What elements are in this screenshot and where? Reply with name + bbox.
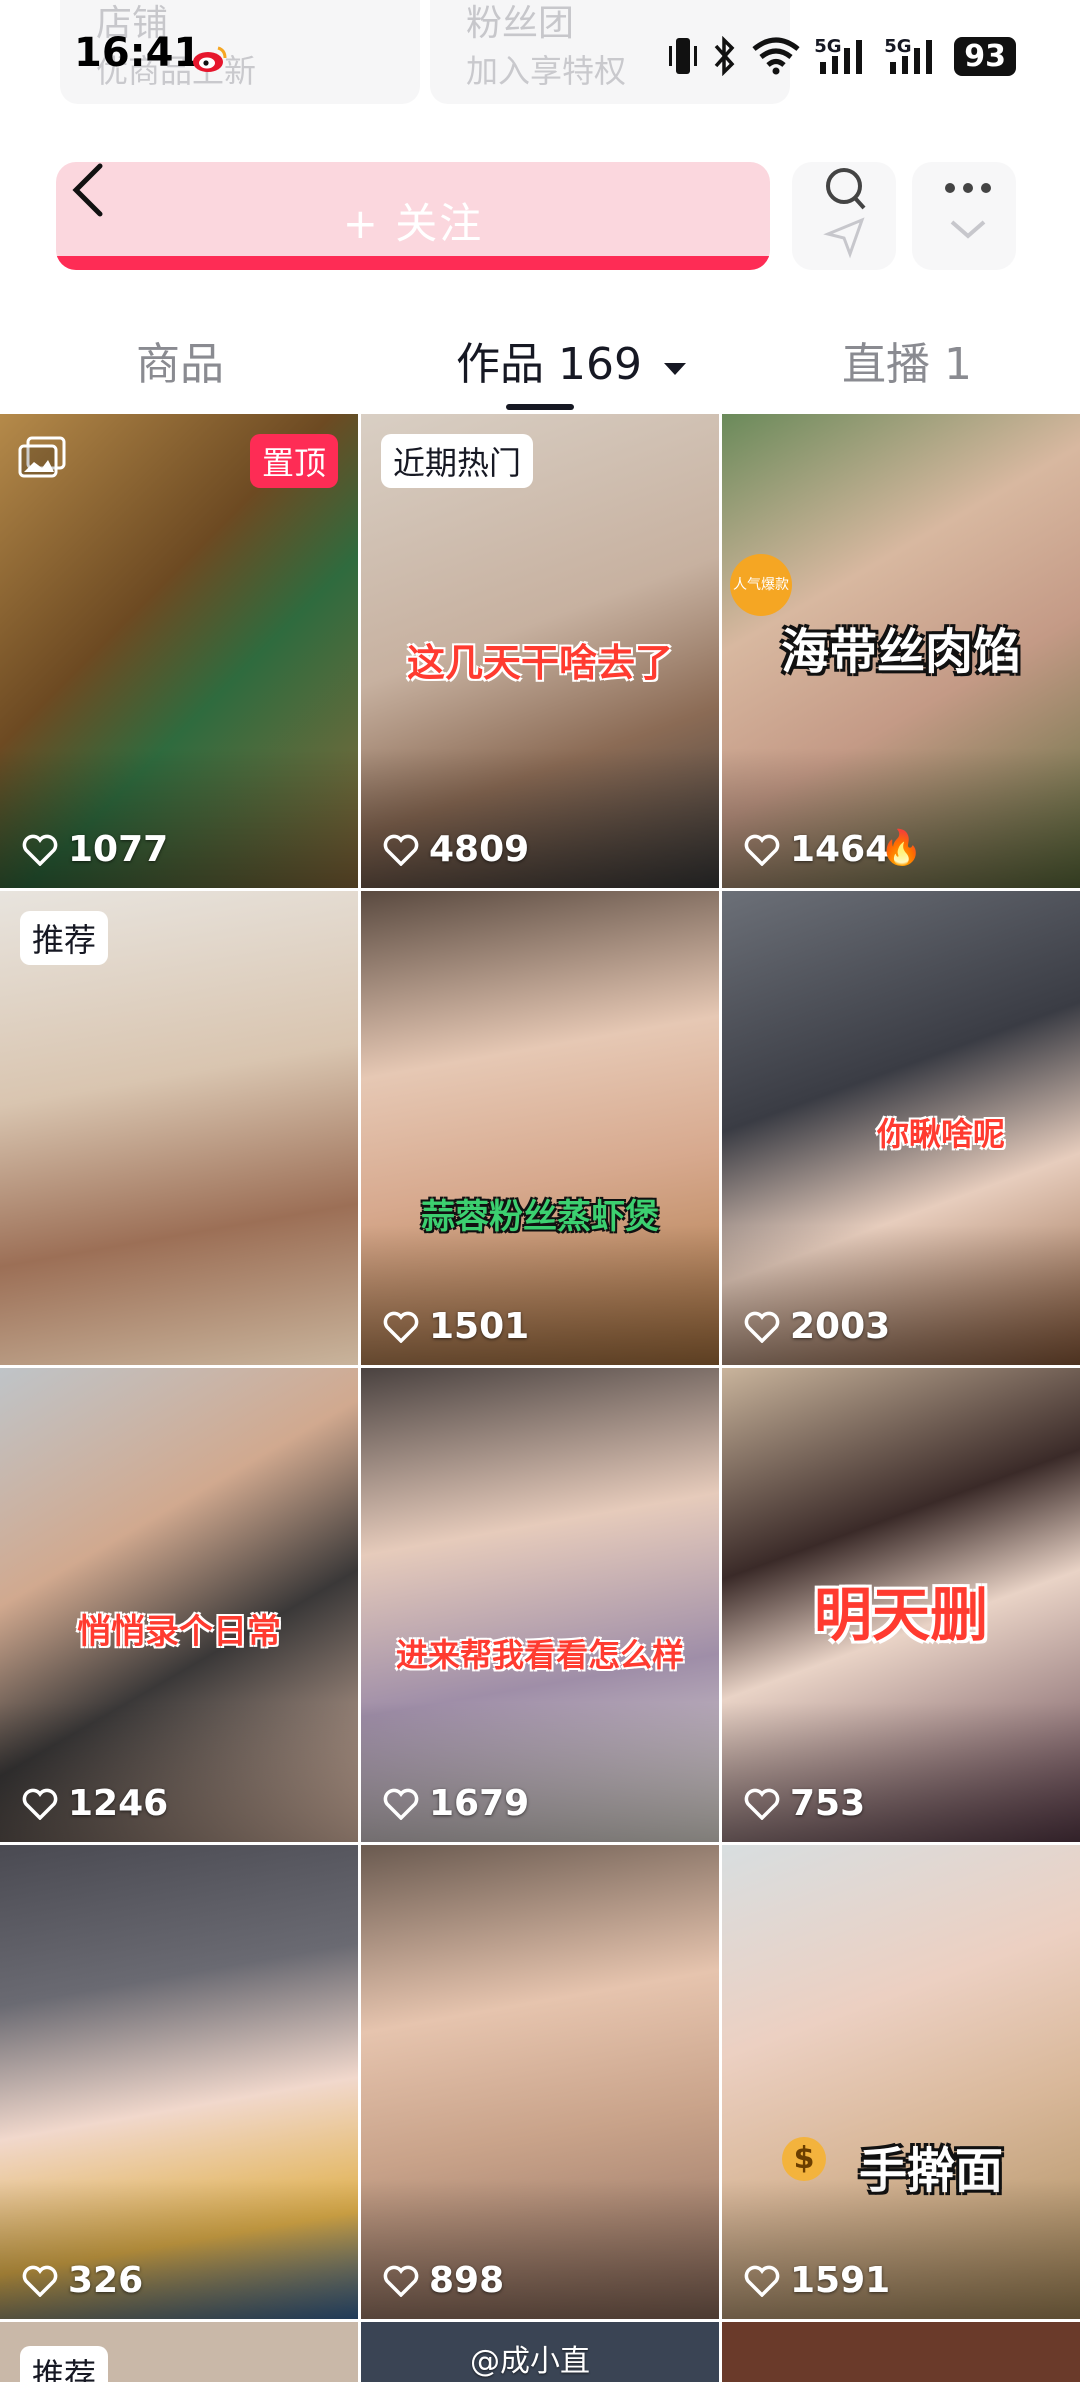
video-caption: 海带丝肉馅 <box>780 624 1021 680</box>
pinned-badge: 置顶 <box>249 434 338 488</box>
like-count: 326 <box>22 2260 143 2301</box>
more-button[interactable] <box>912 162 1016 270</box>
video-tile[interactable]: 近期热门 这几天干啥去了 4809 <box>361 414 719 888</box>
tab-works-label: 作品 169 <box>456 339 642 390</box>
video-caption: 这几天干啥去了 <box>406 641 673 685</box>
battery-level: 93 <box>954 36 1016 76</box>
recommended-badge: 推荐 <box>20 911 109 965</box>
like-count: 898 <box>383 2260 504 2301</box>
like-count: 2003 <box>744 1306 890 1347</box>
caret-down-icon <box>663 363 686 375</box>
follow-button[interactable]: + 关注 <box>56 162 770 270</box>
like-count-value: 1591 <box>790 2260 891 2301</box>
trending-badge: 近期热门 <box>381 434 534 488</box>
signal-bars-icon <box>890 40 933 74</box>
like-count-value: 1501 <box>429 1306 530 1347</box>
video-tile[interactable]: 你瞅啥呢 2003 <box>722 891 1080 1365</box>
like-count-value: 326 <box>68 2260 144 2301</box>
like-count: 1464 <box>744 829 890 870</box>
video-caption: 明天删 <box>813 1581 988 1649</box>
like-count-value: 753 <box>790 1783 866 1824</box>
video-tile[interactable] <box>722 2322 1080 2382</box>
like-count-value: 1464 <box>790 829 891 870</box>
heart-icon <box>383 2265 419 2297</box>
wifi-icon <box>752 37 800 75</box>
video-tile[interactable]: 悄悄录个日常 1246 <box>0 1368 358 1842</box>
more-dots-icon <box>945 183 991 239</box>
video-tile[interactable]: 置顶 1077 <box>0 414 358 888</box>
search-icon <box>823 168 866 259</box>
tab-products[interactable]: 商品 <box>136 328 224 392</box>
tab-active-indicator <box>506 404 574 410</box>
video-tile[interactable]: 进来帮我看看怎么样 1679 <box>361 1368 719 1842</box>
heart-icon <box>744 1311 780 1343</box>
like-count: 1077 <box>22 829 168 870</box>
signal-bars-icon <box>820 40 863 74</box>
status-bar: 16:41 5G 5G 93 <box>0 0 1080 110</box>
like-count: 1246 <box>22 1783 168 1824</box>
heart-icon <box>744 2265 780 2297</box>
follow-button-underbar <box>56 256 770 270</box>
video-tile[interactable]: 898 <box>361 1845 719 2319</box>
like-count: 753 <box>744 1783 865 1824</box>
follow-label: + 关注 <box>342 199 484 248</box>
video-caption: 你瞅啥呢 <box>876 1115 1005 1153</box>
video-caption: 进来帮我看看怎么样 <box>395 1636 684 1674</box>
tab-live[interactable]: 直播 1 <box>842 328 972 392</box>
video-tile[interactable]: 326 <box>0 1845 358 2319</box>
like-count: 1501 <box>383 1306 529 1347</box>
like-count-value: 1679 <box>429 1783 530 1824</box>
like-count: 1679 <box>383 1783 529 1824</box>
back-arrow-icon[interactable] <box>66 160 110 220</box>
profile-tabs: 商品 作品 169 直播 1 <box>0 300 1080 410</box>
action-row: + 关注 <box>0 160 1080 270</box>
video-tile[interactable]: 明天删 753 <box>722 1368 1080 1842</box>
like-count-value: 898 <box>429 2260 505 2301</box>
video-tile[interactable]: 推荐 <box>0 891 358 1365</box>
fire-icon: 🔥 <box>880 828 923 868</box>
video-tile[interactable]: 推荐 <box>0 2322 358 2382</box>
signal-1: 5G <box>814 36 870 76</box>
like-count-value: 1077 <box>68 829 169 870</box>
heart-icon <box>383 1788 419 1820</box>
photo-album-icon <box>18 436 66 478</box>
like-count-value: 4809 <box>429 829 530 870</box>
like-count-value: 1246 <box>68 1783 169 1824</box>
status-icons: 5G 5G 93 <box>668 34 1016 78</box>
heart-icon <box>383 1311 419 1343</box>
vibrate-icon <box>669 38 698 74</box>
heart-icon <box>22 834 58 866</box>
heart-icon <box>22 1788 58 1820</box>
clock: 16:41 <box>74 30 202 76</box>
heart-icon <box>744 834 780 866</box>
heart-icon <box>22 2265 58 2297</box>
like-count: 4809 <box>383 829 529 870</box>
bluetooth-icon <box>714 36 735 76</box>
weibo-watermark: @成小直 <box>470 2344 590 2379</box>
video-tile[interactable]: 蒜蓉粉丝蒸虾煲 1501 <box>361 891 719 1365</box>
video-tile[interactable]: 人气爆款 海带丝肉馅 1464 🔥 <box>722 414 1080 888</box>
heart-icon <box>383 834 419 866</box>
like-count: 1591 <box>744 2260 890 2301</box>
recommended-badge: 推荐 <box>20 2346 109 2382</box>
weibo-icon <box>193 46 227 72</box>
video-caption: 悄悄录个日常 <box>77 1612 281 1652</box>
like-count-value: 2003 <box>790 1306 891 1347</box>
heart-icon <box>744 1788 780 1820</box>
message-button[interactable] <box>792 162 896 270</box>
video-tile[interactable]: $ 手擀面 1591 <box>722 1845 1080 2319</box>
signal-2: 5G <box>884 36 940 76</box>
popular-seal: 人气爆款 <box>730 554 792 616</box>
video-thumbnail <box>722 2322 1080 2382</box>
tab-works[interactable]: 作品 169 <box>456 328 688 392</box>
